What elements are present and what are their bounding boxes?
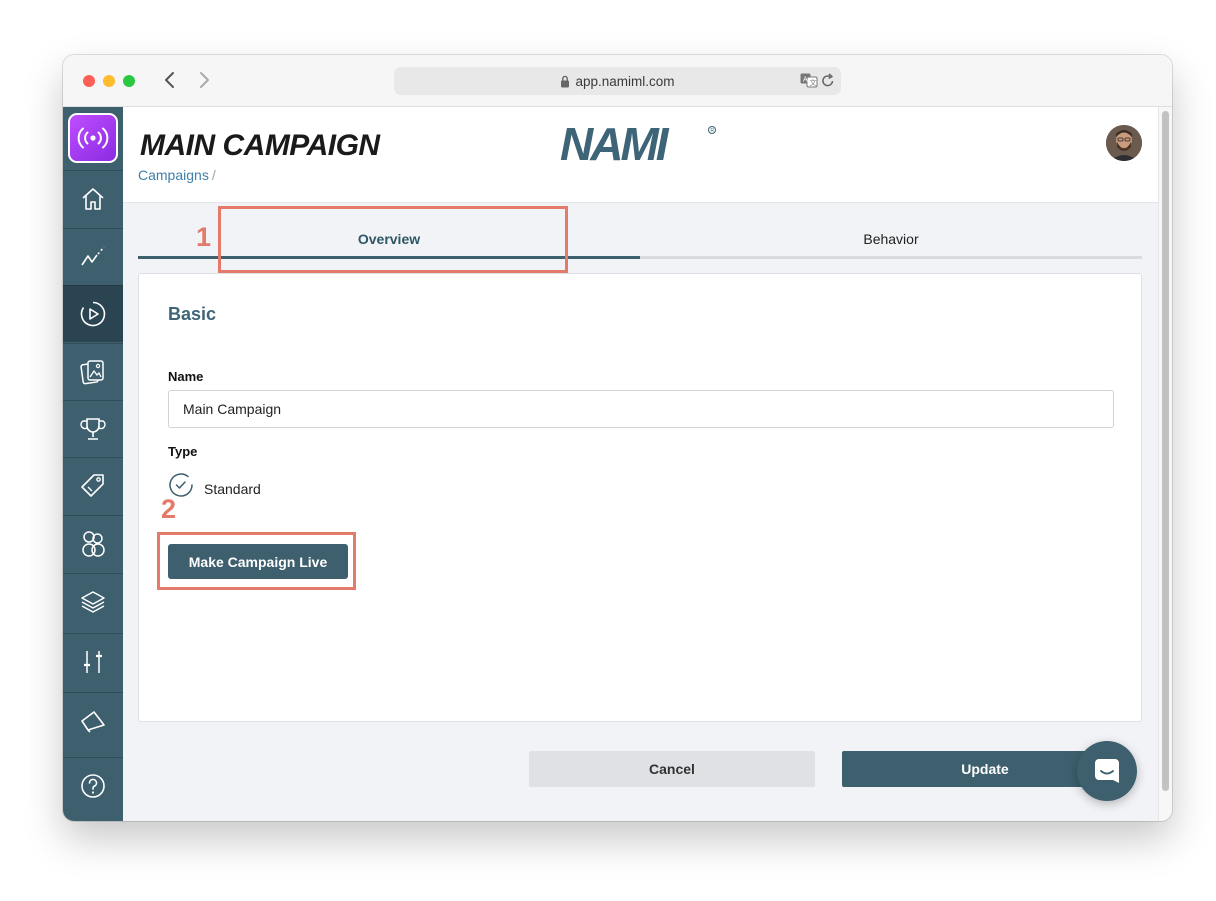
page-header: MAIN CAMPAIGN Campaigns / NAMI R bbox=[123, 107, 1158, 203]
close-window-button[interactable] bbox=[83, 75, 95, 87]
sidebar-item-help[interactable] bbox=[63, 757, 123, 814]
sidebar-item-announcements[interactable] bbox=[63, 692, 123, 749]
translate-icon[interactable]: A文 bbox=[800, 73, 818, 91]
svg-text:文: 文 bbox=[810, 78, 817, 87]
svg-text:NAMI: NAMI bbox=[560, 124, 670, 164]
type-option-label: Standard bbox=[204, 481, 261, 497]
annotation-number-2: 2 bbox=[161, 494, 177, 524]
nami-logo: NAMI R bbox=[560, 118, 720, 170]
type-label: Type bbox=[168, 444, 198, 459]
section-title: Basic bbox=[168, 304, 217, 324]
tag-icon bbox=[81, 474, 104, 497]
sliders-icon bbox=[84, 651, 102, 673]
sidebar-item-layers[interactable] bbox=[63, 573, 123, 630]
back-button[interactable] bbox=[158, 68, 182, 92]
home-icon bbox=[82, 188, 104, 210]
svg-text:A: A bbox=[803, 77, 808, 84]
sidebar-item-campaigns[interactable] bbox=[63, 285, 123, 342]
sidebar-item-achievements[interactable] bbox=[63, 400, 123, 457]
announcement-icon bbox=[81, 711, 105, 733]
browser-window: app.namiml.com A文 MAIN CAMPAIGN Campaign… bbox=[63, 55, 1172, 821]
sidebar-item-settings[interactable] bbox=[63, 633, 123, 690]
app-logo[interactable] bbox=[68, 113, 118, 163]
chat-launcher-button[interactable] bbox=[1077, 741, 1137, 801]
avatar[interactable] bbox=[1106, 125, 1142, 161]
sidebar bbox=[63, 107, 123, 821]
cancel-button[interactable]: Cancel bbox=[529, 751, 815, 787]
breadcrumb: Campaigns / bbox=[138, 167, 216, 183]
sidebar-item-paywalls[interactable] bbox=[63, 343, 123, 400]
sidebar-item-analytics[interactable] bbox=[63, 228, 123, 285]
paywalls-icon bbox=[80, 360, 104, 385]
help-icon bbox=[81, 774, 105, 798]
sidebar-item-tags[interactable] bbox=[63, 457, 123, 514]
svg-text:R: R bbox=[710, 128, 714, 134]
annotation-number-1: 1 bbox=[196, 222, 212, 252]
reload-icon[interactable] bbox=[821, 73, 835, 91]
sidebar-item-home[interactable] bbox=[63, 170, 123, 227]
campaign-play-icon bbox=[80, 301, 106, 327]
vertical-scrollbar[interactable] bbox=[1158, 107, 1172, 821]
url-text: app.namiml.com bbox=[575, 73, 675, 89]
minimize-window-button[interactable] bbox=[103, 75, 115, 87]
address-bar[interactable]: app.namiml.com A文 bbox=[394, 67, 841, 95]
forward-button[interactable] bbox=[192, 68, 216, 92]
campaign-name-input[interactable] bbox=[168, 390, 1114, 428]
chevron-left-icon bbox=[165, 72, 174, 88]
chevron-right-icon bbox=[200, 72, 209, 88]
sidebar-item-users[interactable] bbox=[63, 515, 123, 572]
annotation-box-live-button bbox=[157, 532, 356, 590]
breadcrumb-separator: / bbox=[211, 167, 216, 183]
breadcrumb-campaigns-link[interactable]: Campaigns bbox=[138, 167, 209, 183]
chat-icon bbox=[1095, 759, 1119, 783]
annotation-box-overview bbox=[218, 206, 568, 273]
lock-icon bbox=[560, 75, 570, 88]
scrollbar-thumb[interactable] bbox=[1162, 111, 1169, 791]
trophy-icon bbox=[80, 418, 106, 440]
page-title: MAIN CAMPAIGN bbox=[140, 129, 380, 162]
layers-icon bbox=[81, 591, 105, 613]
tab-behavior[interactable]: Behavior bbox=[640, 223, 1142, 259]
broadcast-icon bbox=[77, 127, 109, 149]
users-icon bbox=[82, 531, 105, 557]
type-option-standard[interactable]: Standard bbox=[168, 470, 261, 500]
name-label: Name bbox=[168, 369, 204, 384]
zoom-window-button[interactable] bbox=[123, 75, 135, 87]
basic-settings-card: Basic Name Type Standard Make Campaign L… bbox=[138, 273, 1142, 722]
analytics-icon bbox=[81, 246, 105, 266]
browser-titlebar: app.namiml.com A文 bbox=[63, 55, 1172, 107]
